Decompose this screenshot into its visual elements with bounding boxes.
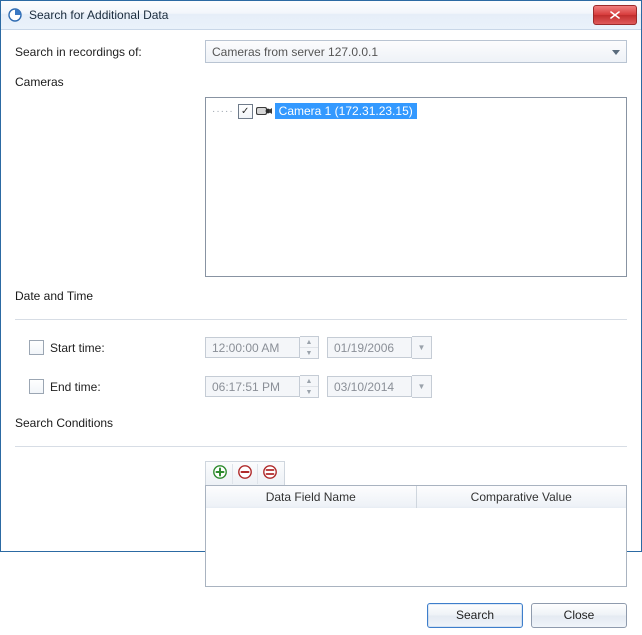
end-time-input[interactable]: 06:17:51 PM <box>205 376 300 397</box>
chevron-down-icon <box>612 45 620 59</box>
end-date-dropdown[interactable]: ▼ <box>412 375 432 398</box>
start-time-spinner[interactable]: ▲▼ <box>300 336 319 359</box>
datetime-group-label: Date and Time <box>15 289 627 303</box>
clear-conditions-button[interactable] <box>258 464 282 484</box>
app-icon <box>7 7 23 23</box>
conditions-table-header: Data Field Name Comparative Value <box>206 486 626 508</box>
start-date-input[interactable]: 01/19/2006 <box>327 337 412 358</box>
conditions-table-body <box>206 508 626 586</box>
conditions-group-label: Search Conditions <box>15 416 627 430</box>
server-combobox-value: Cameras from server 127.0.0.1 <box>212 45 378 59</box>
column-header-value[interactable]: Comparative Value <box>417 486 627 508</box>
tree-connector: ····· <box>212 106 234 117</box>
remove-condition-button[interactable] <box>233 464 258 484</box>
start-time-row: Start time: 12:00:00 AM ▲▼ 01/19/2006 ▼ <box>15 336 627 359</box>
window-close-button[interactable] <box>593 5 637 25</box>
dialog-body: Search in recordings of: Cameras from se… <box>1 30 641 595</box>
conditions-separator <box>15 446 627 447</box>
cameras-group-label: Cameras <box>15 75 627 89</box>
camera-item-label: Camera 1 (172.31.23.15) <box>275 103 417 119</box>
clear-icon <box>262 464 278 483</box>
titlebar: Search for Additional Data <box>1 1 641 30</box>
datetime-separator <box>15 319 627 320</box>
conditions-toolbar <box>205 461 285 485</box>
search-in-label: Search in recordings of: <box>15 45 205 59</box>
plus-icon <box>212 464 228 483</box>
start-time-input[interactable]: 12:00:00 AM <box>205 337 300 358</box>
camera-checkbox[interactable]: ✓ <box>238 104 253 119</box>
end-time-spinner[interactable]: ▲▼ <box>300 375 319 398</box>
end-date-input[interactable]: 03/10/2014 <box>327 376 412 397</box>
window-title: Search for Additional Data <box>29 8 168 22</box>
close-button[interactable]: Close <box>531 603 627 628</box>
camera-icon <box>255 105 273 117</box>
start-time-checkbox[interactable] <box>29 340 44 355</box>
column-header-field[interactable]: Data Field Name <box>206 486 417 508</box>
start-time-label: Start time: <box>50 341 105 355</box>
conditions-table[interactable]: Data Field Name Comparative Value <box>205 485 627 587</box>
end-time-row: End time: 06:17:51 PM ▲▼ 03/10/2014 ▼ <box>15 375 627 398</box>
cameras-listbox[interactable]: ····· ✓ Camera 1 (172.31.23.15) <box>205 97 627 277</box>
camera-tree-item[interactable]: ····· ✓ Camera 1 (172.31.23.15) <box>212 102 620 120</box>
search-button[interactable]: Search <box>427 603 523 628</box>
conditions-area: Data Field Name Comparative Value <box>205 461 627 587</box>
server-combobox[interactable]: Cameras from server 127.0.0.1 <box>205 40 627 63</box>
add-condition-button[interactable] <box>208 464 233 484</box>
search-in-row: Search in recordings of: Cameras from se… <box>15 40 627 63</box>
dialog-window: Search for Additional Data Search in rec… <box>0 0 642 552</box>
end-time-label: End time: <box>50 380 101 394</box>
dialog-footer: Search Close <box>1 595 641 635</box>
end-time-checkbox[interactable] <box>29 379 44 394</box>
start-date-dropdown[interactable]: ▼ <box>412 336 432 359</box>
minus-icon <box>237 464 253 483</box>
